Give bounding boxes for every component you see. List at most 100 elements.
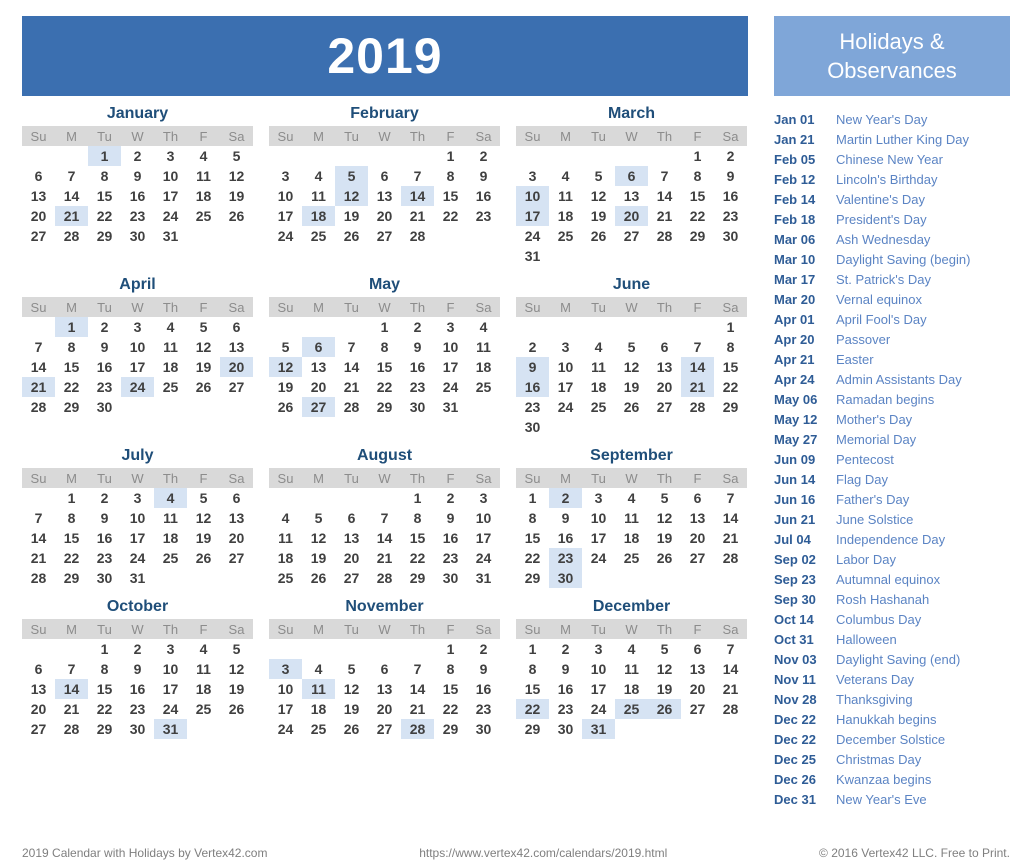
day-cell[interactable]: 16 <box>714 186 747 206</box>
day-cell[interactable]: 7 <box>714 488 747 508</box>
day-cell[interactable]: 26 <box>220 206 253 226</box>
day-cell[interactable]: 16 <box>434 528 467 548</box>
day-cell[interactable]: 3 <box>434 317 467 337</box>
day-cell[interactable]: 26 <box>220 699 253 719</box>
day-cell[interactable]: 9 <box>434 508 467 528</box>
day-cell[interactable]: 5 <box>220 639 253 659</box>
day-cell[interactable]: 27 <box>681 548 714 568</box>
day-cell[interactable]: 1 <box>88 639 121 659</box>
day-cell[interactable]: 14 <box>55 679 88 699</box>
day-cell[interactable]: 9 <box>401 337 434 357</box>
day-cell[interactable]: 26 <box>615 397 648 417</box>
day-cell[interactable]: 10 <box>269 679 302 699</box>
day-cell[interactable]: 13 <box>22 186 55 206</box>
day-cell[interactable]: 27 <box>220 548 253 568</box>
day-cell[interactable]: 3 <box>549 337 582 357</box>
day-cell[interactable]: 14 <box>401 186 434 206</box>
day-cell[interactable]: 20 <box>368 206 401 226</box>
day-cell[interactable]: 1 <box>401 488 434 508</box>
day-cell[interactable]: 28 <box>714 548 747 568</box>
day-cell[interactable]: 12 <box>648 659 681 679</box>
day-cell[interactable]: 23 <box>549 699 582 719</box>
day-cell[interactable]: 20 <box>220 528 253 548</box>
day-cell[interactable]: 6 <box>368 659 401 679</box>
day-cell[interactable]: 15 <box>516 679 549 699</box>
day-cell[interactable]: 3 <box>516 166 549 186</box>
day-cell[interactable]: 8 <box>55 508 88 528</box>
day-cell[interactable]: 20 <box>335 548 368 568</box>
day-cell[interactable]: 16 <box>121 679 154 699</box>
day-cell[interactable]: 26 <box>335 719 368 739</box>
day-cell[interactable]: 23 <box>714 206 747 226</box>
day-cell[interactable]: 25 <box>154 377 187 397</box>
day-cell[interactable]: 2 <box>516 337 549 357</box>
day-cell[interactable]: 11 <box>154 337 187 357</box>
day-cell[interactable]: 21 <box>55 699 88 719</box>
day-cell[interactable]: 26 <box>187 377 220 397</box>
day-cell[interactable]: 3 <box>582 639 615 659</box>
day-cell[interactable]: 28 <box>335 397 368 417</box>
day-cell[interactable]: 6 <box>615 166 648 186</box>
day-cell[interactable]: 4 <box>269 508 302 528</box>
day-cell[interactable]: 12 <box>187 337 220 357</box>
day-cell[interactable]: 16 <box>401 357 434 377</box>
day-cell[interactable]: 31 <box>516 246 549 266</box>
day-cell[interactable]: 1 <box>368 317 401 337</box>
day-cell[interactable]: 6 <box>648 337 681 357</box>
day-cell[interactable]: 8 <box>434 166 467 186</box>
day-cell[interactable]: 6 <box>681 639 714 659</box>
day-cell[interactable]: 23 <box>549 548 582 568</box>
day-cell[interactable]: 17 <box>121 528 154 548</box>
day-cell[interactable]: 24 <box>154 206 187 226</box>
day-cell[interactable]: 9 <box>467 659 500 679</box>
day-cell[interactable]: 24 <box>269 226 302 246</box>
day-cell[interactable]: 21 <box>401 206 434 226</box>
day-cell[interactable]: 2 <box>401 317 434 337</box>
day-cell[interactable]: 9 <box>516 357 549 377</box>
day-cell[interactable]: 22 <box>55 377 88 397</box>
day-cell[interactable]: 14 <box>648 186 681 206</box>
day-cell[interactable]: 8 <box>516 508 549 528</box>
day-cell[interactable]: 26 <box>302 568 335 588</box>
day-cell[interactable]: 1 <box>55 488 88 508</box>
day-cell[interactable]: 22 <box>88 699 121 719</box>
day-cell[interactable]: 7 <box>22 508 55 528</box>
day-cell[interactable]: 12 <box>582 186 615 206</box>
day-cell[interactable]: 6 <box>681 488 714 508</box>
day-cell[interactable]: 29 <box>516 568 549 588</box>
day-cell[interactable]: 19 <box>582 206 615 226</box>
day-cell[interactable]: 14 <box>22 357 55 377</box>
day-cell[interactable]: 21 <box>22 377 55 397</box>
day-cell[interactable]: 18 <box>549 206 582 226</box>
day-cell[interactable]: 3 <box>467 488 500 508</box>
day-cell[interactable]: 7 <box>401 659 434 679</box>
day-cell[interactable]: 8 <box>368 337 401 357</box>
day-cell[interactable]: 10 <box>516 186 549 206</box>
day-cell[interactable]: 5 <box>187 488 220 508</box>
day-cell[interactable]: 3 <box>121 317 154 337</box>
day-cell[interactable]: 15 <box>714 357 747 377</box>
day-cell[interactable]: 25 <box>467 377 500 397</box>
day-cell[interactable]: 4 <box>302 659 335 679</box>
day-cell[interactable]: 25 <box>187 206 220 226</box>
day-cell[interactable]: 22 <box>55 548 88 568</box>
day-cell[interactable]: 13 <box>220 337 253 357</box>
day-cell[interactable]: 21 <box>335 377 368 397</box>
day-cell[interactable]: 5 <box>648 488 681 508</box>
day-cell[interactable]: 27 <box>615 226 648 246</box>
day-cell[interactable]: 18 <box>467 357 500 377</box>
day-cell[interactable]: 30 <box>549 568 582 588</box>
day-cell[interactable]: 26 <box>582 226 615 246</box>
day-cell[interactable]: 12 <box>335 186 368 206</box>
day-cell[interactable]: 20 <box>368 699 401 719</box>
day-cell[interactable]: 7 <box>22 337 55 357</box>
day-cell[interactable]: 10 <box>467 508 500 528</box>
day-cell[interactable]: 17 <box>269 699 302 719</box>
day-cell[interactable]: 4 <box>187 639 220 659</box>
day-cell[interactable]: 2 <box>549 488 582 508</box>
day-cell[interactable]: 30 <box>516 417 549 437</box>
day-cell[interactable]: 9 <box>467 166 500 186</box>
day-cell[interactable]: 13 <box>368 679 401 699</box>
day-cell[interactable]: 28 <box>22 568 55 588</box>
day-cell[interactable]: 29 <box>401 568 434 588</box>
